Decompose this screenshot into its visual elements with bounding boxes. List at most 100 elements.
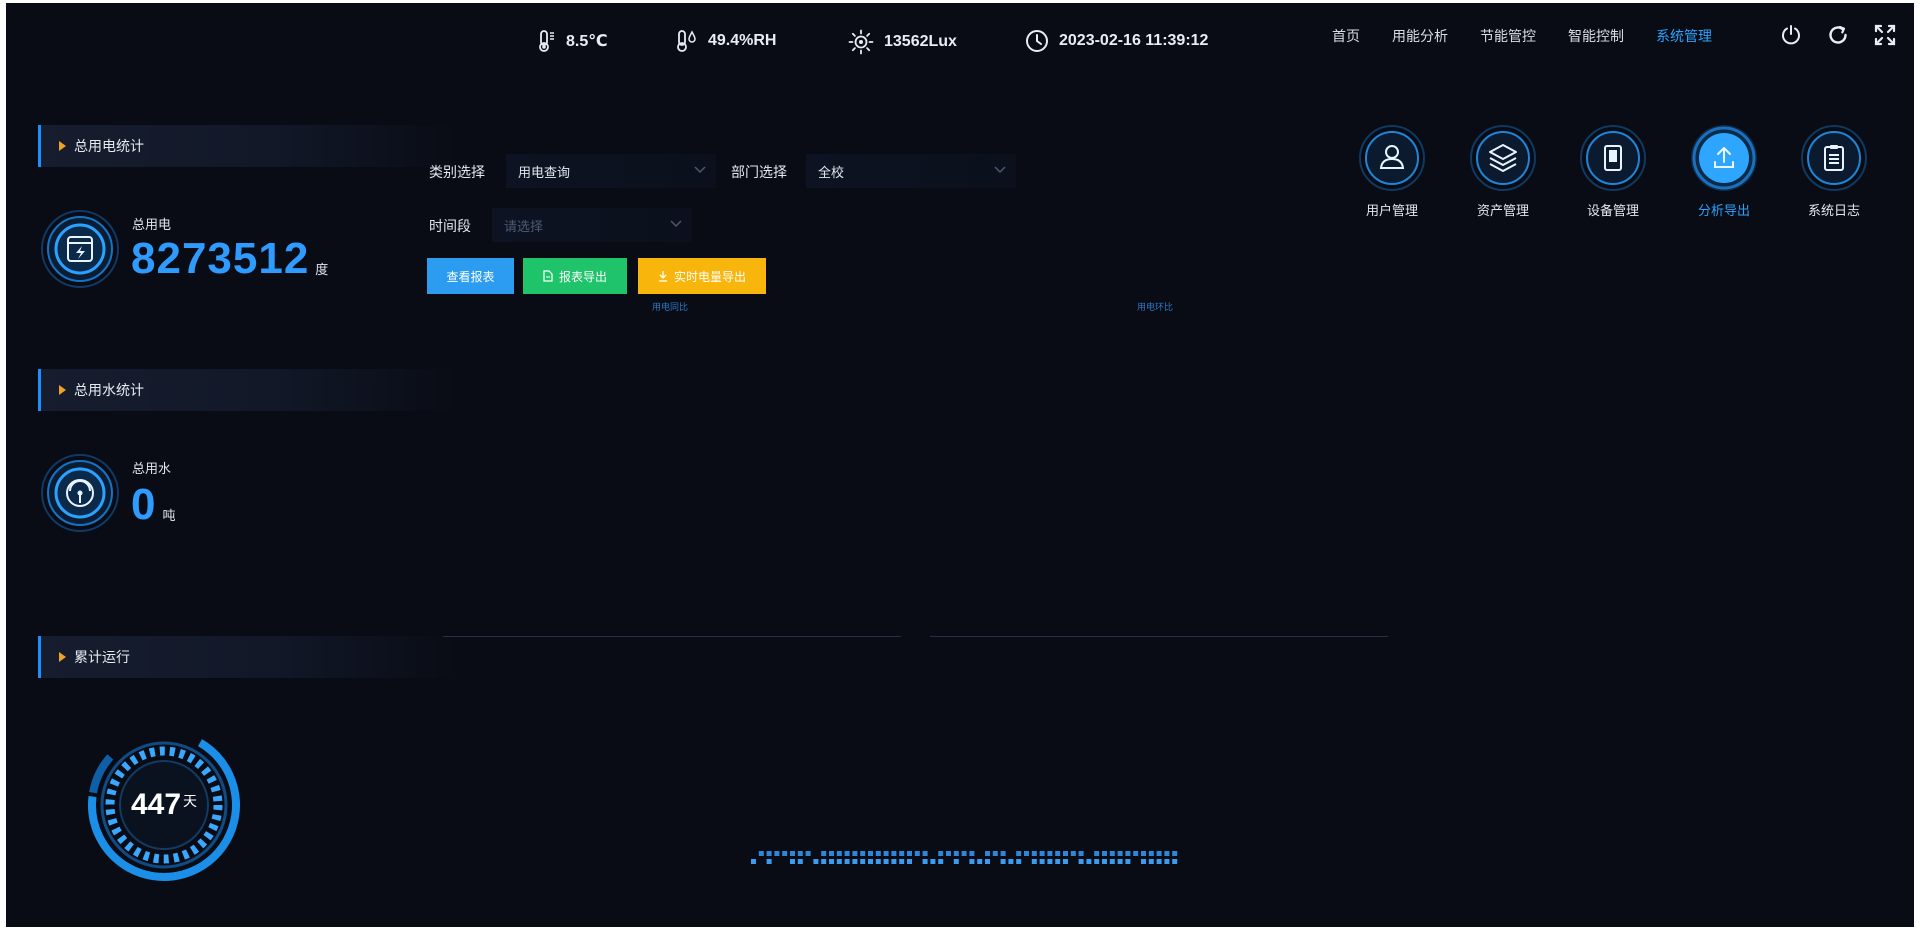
decor-dot — [1125, 859, 1131, 864]
time-range-select[interactable]: 请选择 — [492, 208, 692, 242]
decor-dot — [751, 859, 756, 864]
triangle-marker-icon — [59, 385, 66, 395]
system-log-button[interactable]: 系统日志 — [1794, 124, 1874, 219]
decor-dot — [868, 851, 873, 856]
nav-home[interactable]: 首页 — [1332, 26, 1360, 46]
decor-dot — [1016, 851, 1022, 856]
decor-dot — [821, 851, 827, 856]
decor-dot — [907, 851, 912, 856]
decor-dot — [1047, 851, 1053, 856]
decor-dot — [860, 851, 866, 856]
decor-dot — [899, 851, 905, 856]
department-select[interactable]: 全校 — [806, 154, 1016, 188]
decor-dot — [1039, 851, 1045, 856]
decor-dot — [852, 859, 858, 864]
decor-dot — [829, 859, 834, 864]
nav-smart-control[interactable]: 智能控制 — [1568, 26, 1624, 46]
device-management-label: 设备管理 — [1586, 203, 1639, 218]
decor-dot — [782, 851, 788, 856]
decor-dot — [1024, 851, 1029, 856]
decor-dot — [1000, 851, 1006, 856]
humidity-icon — [677, 30, 696, 52]
export-report-button[interactable]: 报表导出 — [523, 258, 627, 294]
mom-chart-axis — [930, 636, 1388, 637]
clipboard-icon — [1801, 125, 1867, 191]
asset-management-label: 资产管理 — [1476, 203, 1529, 218]
water-meter-icon — [41, 454, 119, 532]
analysis-export-label: 分析导出 — [1697, 203, 1750, 218]
analysis-export-button[interactable]: 分析导出 — [1684, 124, 1764, 219]
decor-dot — [1117, 859, 1123, 864]
device-management-button[interactable]: 设备管理 — [1573, 124, 1653, 219]
system-log-label: 系统日志 — [1807, 203, 1860, 218]
humidity-value: 49.4%RH — [708, 32, 777, 49]
decor-dot — [953, 851, 959, 856]
user-management-button[interactable]: 用户管理 — [1352, 124, 1432, 219]
decor-dot — [899, 859, 905, 864]
decor-dot — [1148, 859, 1154, 864]
decor-dot — [1156, 859, 1162, 864]
decor-dot — [758, 851, 764, 856]
power-value: 8273512 度 — [131, 237, 328, 281]
runtime-value: 447 天 — [84, 725, 244, 885]
water-section-title: 总用水统计 — [74, 382, 144, 398]
view-report-button[interactable]: 查看报表 — [427, 258, 514, 294]
fullscreen-icon[interactable] — [1872, 22, 1898, 48]
decor-dot — [1055, 851, 1061, 856]
view-report-label: 查看报表 — [446, 269, 495, 284]
decor-dot — [1164, 851, 1170, 856]
decor-dot — [1109, 859, 1115, 864]
decor-dot — [1070, 851, 1076, 856]
category-select[interactable]: 用电查询 — [506, 154, 716, 188]
decor-dot — [774, 851, 780, 856]
decor-dot — [1078, 851, 1084, 856]
decor-dot — [844, 859, 850, 864]
realtime-export-button[interactable]: 实时电量导出 — [638, 258, 766, 294]
layers-icon — [1470, 125, 1536, 191]
decor-dot — [1117, 851, 1123, 856]
decor-dot — [1148, 851, 1154, 856]
decor-dot — [1047, 859, 1053, 864]
department-label: 部门选择 — [731, 164, 787, 180]
decor-dot — [1086, 859, 1092, 864]
asset-management-button[interactable]: 资产管理 — [1463, 124, 1543, 219]
time-range-label: 时间段 — [429, 218, 471, 234]
power-unit: 度 — [315, 262, 329, 277]
sun-icon — [848, 29, 874, 55]
decor-dot — [930, 859, 936, 864]
decor-dot — [1094, 851, 1100, 856]
refresh-icon[interactable] — [1825, 22, 1851, 48]
decor-dot — [790, 859, 795, 864]
chevron-down-icon — [994, 166, 1006, 174]
temperature-value: 8.5℃ — [566, 33, 608, 50]
user-management-label: 用户管理 — [1365, 203, 1418, 218]
power-icon[interactable] — [1778, 22, 1804, 48]
decor-dot — [1141, 851, 1146, 856]
water-unit: 吨 — [162, 508, 176, 523]
nav-energy-analysis[interactable]: 用能分析 — [1392, 26, 1448, 46]
decor-dot — [1008, 859, 1014, 864]
device-icon — [1580, 125, 1646, 191]
decor-dot — [1055, 859, 1061, 864]
time-range-placeholder: 请选择 — [504, 218, 544, 234]
user-icon — [1359, 125, 1425, 191]
document-icon — [543, 270, 553, 282]
mom-chart-caption: 用电环比 — [1137, 302, 1174, 312]
decor-dot — [813, 859, 819, 864]
decor-dot — [1102, 859, 1107, 864]
category-selected-value: 用电查询 — [518, 164, 571, 180]
decor-dot — [969, 859, 975, 864]
decor-dot — [852, 851, 858, 856]
decor-dot — [836, 859, 842, 864]
nav-system-management[interactable]: 系统管理 — [1656, 26, 1712, 46]
decor-dot — [914, 851, 920, 856]
decor-dot — [891, 851, 897, 856]
decor-dot — [1016, 859, 1022, 864]
category-label: 类别选择 — [429, 164, 485, 180]
decor-dot — [1031, 851, 1037, 856]
decor-dot — [860, 859, 866, 864]
nav-energy-control[interactable]: 节能管控 — [1480, 26, 1536, 46]
decor-dot — [891, 859, 897, 864]
main-nav: 首页 用能分析 节能管控 智能控制 系统管理 — [1332, 26, 1712, 46]
water-value: 0 吨 — [131, 483, 176, 527]
